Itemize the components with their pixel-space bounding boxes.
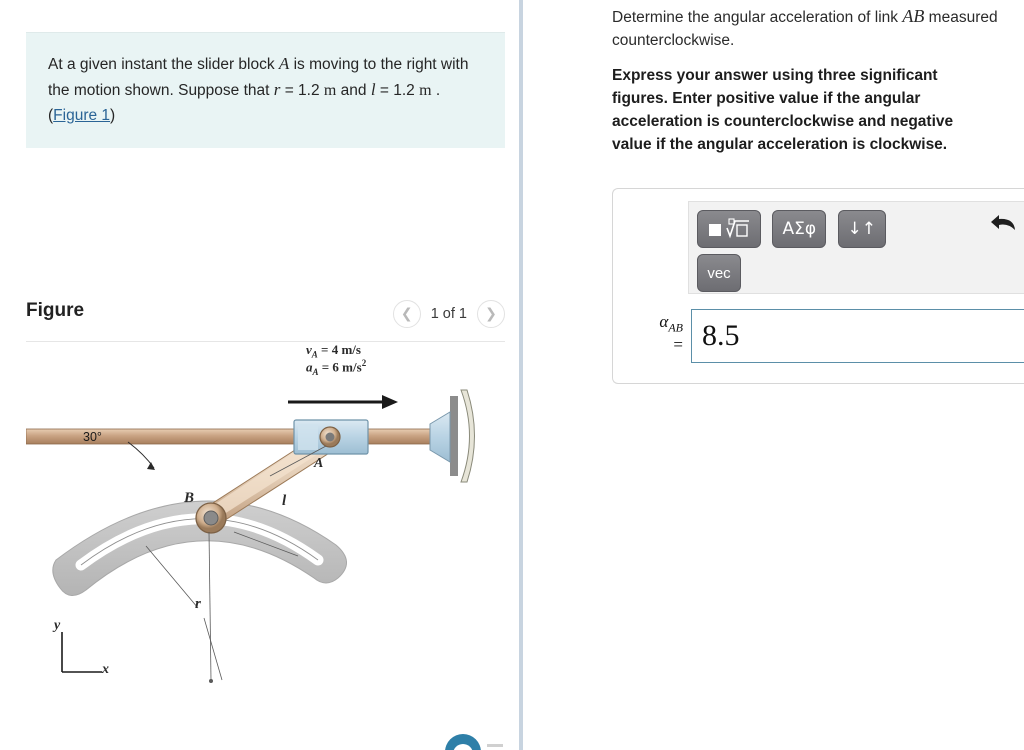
label-aA: aA = 6 m/s2: [306, 358, 366, 377]
answer-input[interactable]: [691, 309, 1024, 363]
updown-arrows-icon[interactable]: ↓↑: [837, 210, 886, 248]
symbol-AB: AB: [902, 6, 925, 26]
answer-symbol-label: αAB =: [627, 313, 683, 354]
figure-pager-label: 1 of 1: [430, 306, 467, 322]
value-r: = 1.2: [280, 82, 320, 99]
undo-icon[interactable]: [990, 211, 1018, 240]
label-vA: vA = 4 m/s: [306, 342, 361, 360]
template-root-glyph: [709, 218, 749, 239]
question-prompt: Determine the angular acceleration of li…: [612, 5, 1012, 52]
label-vA-value: = 4 m/s: [317, 342, 361, 357]
label-axis-x: x: [102, 662, 109, 677]
problem-text-part-1: At a given instant the slider block: [48, 56, 279, 73]
problem-statement-text: At a given instant the slider block A is…: [48, 51, 483, 128]
label-aA-exponent: 2: [361, 358, 367, 368]
chat-widget-inner-circle: [453, 744, 473, 750]
answer-pane: Determine the angular acceleration of li…: [525, 0, 1024, 750]
label-length-l: l: [282, 493, 287, 509]
value-l: = 1.2: [375, 82, 415, 99]
answer-entry-card: ΑΣφ ↓↑ vec αAB =: [612, 188, 1024, 384]
conjunction-and: and: [336, 82, 371, 99]
figure-header: Figure ❮ 1 of 1 ❯: [26, 298, 505, 342]
unit-l: m: [419, 82, 432, 99]
problem-text-part-4: ): [110, 107, 116, 124]
figure-1-link[interactable]: Figure 1: [53, 107, 110, 124]
mechanism-svg: [25, 389, 475, 683]
label-aA-value: = 6 m/s: [318, 359, 362, 375]
label-axis-y: y: [54, 618, 61, 633]
problem-statement-box: At a given instant the slider block A is…: [26, 32, 505, 148]
undo-arrow-glyph: [991, 215, 1015, 230]
chevron-left-icon[interactable]: ❮: [392, 300, 421, 328]
chevron-right-icon[interactable]: ❯: [477, 300, 505, 328]
symbol-A: A: [278, 54, 290, 73]
page-root: At a given instant the slider block A is…: [0, 0, 1024, 750]
chat-widget-bar: [487, 744, 503, 747]
unit-r: m: [323, 82, 337, 99]
wall-support: [429, 389, 475, 483]
vec-button[interactable]: vec: [697, 254, 741, 292]
figure-divider: [26, 341, 505, 342]
figure-pager: ❮ 1 of 1 ❯: [392, 300, 505, 328]
label-radius-r: r: [195, 596, 201, 612]
coordinate-axes: [61, 632, 102, 673]
figure-title: Figure: [26, 300, 85, 321]
math-toolbar: ΑΣφ ↓↑ vec: [688, 201, 1024, 294]
problem-pane: At a given instant the slider block A is…: [0, 0, 519, 750]
answer-symbol-alpha: α: [659, 312, 669, 331]
greek-symbols-button[interactable]: ΑΣφ: [772, 210, 827, 248]
slider-block-A: [293, 419, 369, 455]
template-root-icon[interactable]: [697, 210, 761, 248]
label-point-B: B: [184, 490, 195, 506]
answer-symbol-subscript: AB: [668, 320, 683, 335]
figure-diagram: vA = 4 m/s aA = 6 m/s2 30° A B l r y x: [25, 342, 505, 750]
question-prompt-part-1: Determine the angular acceleration of li…: [612, 9, 903, 26]
angle-leader: [127, 441, 155, 470]
answer-equals-sign: =: [673, 335, 683, 355]
pin-B: [195, 502, 227, 534]
label-point-A: A: [314, 456, 324, 471]
answer-row: αAB =: [613, 309, 1024, 371]
label-angle-30: 30°: [83, 430, 102, 444]
motion-arrow: [288, 395, 398, 409]
question-instruction: Express your answer using three signific…: [612, 67, 954, 153]
